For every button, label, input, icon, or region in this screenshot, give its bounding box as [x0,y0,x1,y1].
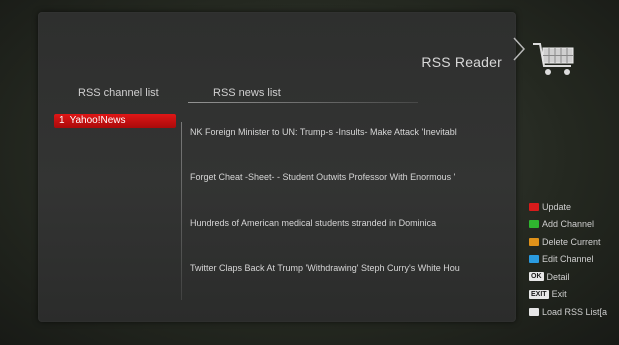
legend-update[interactable]: Update [529,198,607,216]
page-title: RSS Reader [421,54,502,70]
news-item[interactable]: Forget Cheat -Sheet- - Student Outwits P… [190,172,508,182]
red-key-icon [529,202,539,211]
channel-item-label: Yahoo!News [69,115,126,126]
legend-add-channel-label: Add Channel [542,219,595,230]
legend-exit[interactable]: EXIT Exit [529,286,607,304]
news-item[interactable]: Twitter Claps Back At Trump 'Withdrawing… [190,263,508,273]
legend-detail-label: Detail [546,271,570,282]
rss-reader-panel: RSS Reader RSS channel list RSS news lis… [38,12,516,322]
white-key-icon [529,307,539,316]
shopping-cart-icon [533,43,574,75]
legend-edit-channel[interactable]: Edit Channel [529,251,607,269]
channel-list-heading: RSS channel list [78,87,159,99]
column-divider [181,122,182,300]
legend-add-channel[interactable]: Add Channel [529,216,607,234]
chevron-right-icon [513,37,526,61]
button-legend: Update Add Channel Delete Current Edit C… [529,198,607,321]
header-divider [188,102,418,103]
legend-update-label: Update [542,201,572,212]
news-list-heading: RSS news list [213,87,281,99]
green-key-icon [529,220,539,229]
legend-delete-current[interactable]: Delete Current [529,233,607,251]
legend-edit-channel-label: Edit Channel [542,254,594,265]
ok-key-icon: OK [529,272,544,282]
news-item[interactable]: Hundreds of American medical students st… [190,218,508,228]
exit-key-icon: EXIT [529,289,549,299]
channel-item-yahoo-news[interactable]: 1 Yahoo!News [54,114,176,128]
blue-key-icon [529,255,539,264]
news-item[interactable]: NK Foreign Minister to UN: Trump-s -Insu… [190,127,508,137]
legend-exit-label: Exit [551,289,567,300]
channel-item-number: 1 [59,115,65,126]
yellow-key-icon [529,237,539,246]
legend-load-label: Load RSS List[a [542,306,608,317]
legend-delete-current-label: Delete Current [542,236,601,247]
legend-detail[interactable]: OK Detail [529,268,607,286]
legend-load-rss-list[interactable]: Load RSS List[a [529,303,607,321]
